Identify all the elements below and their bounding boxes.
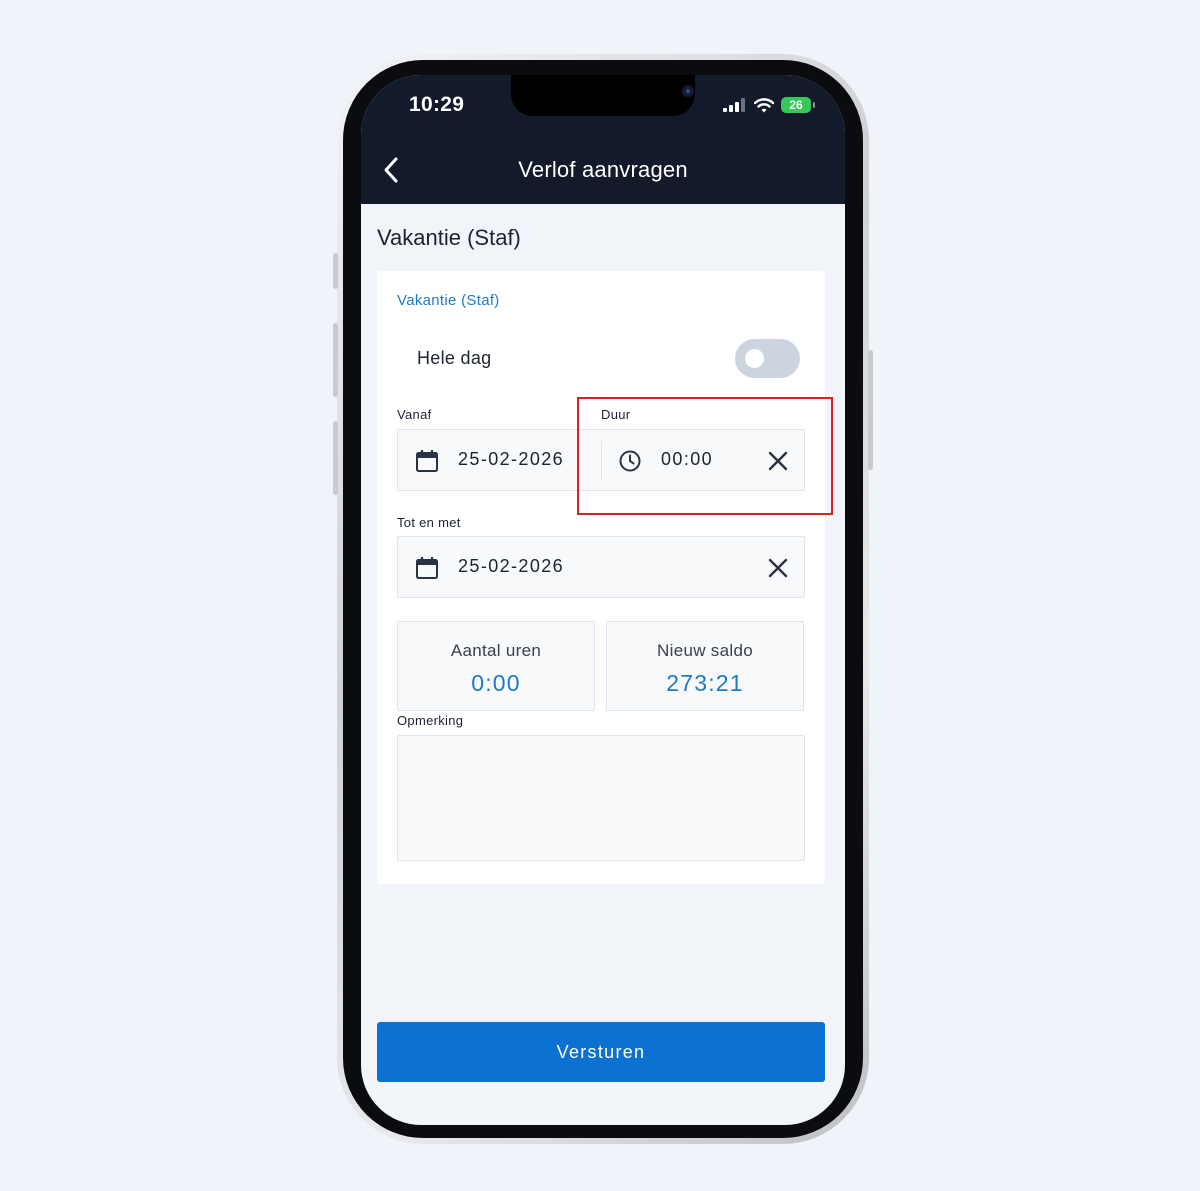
balance-label: Nieuw saldo <box>657 641 753 660</box>
side-button-volume-up <box>333 323 338 397</box>
calendar-icon[interactable] <box>415 449 439 473</box>
notch <box>511 75 695 116</box>
until-field[interactable]: 25-02-2026 <box>397 536 805 598</box>
page-title: Vakantie (Staf) <box>377 225 521 250</box>
all-day-toggle[interactable] <box>735 339 800 378</box>
toggle-knob <box>745 349 764 368</box>
battery-level: 26 <box>789 98 803 112</box>
side-button-volume-down <box>333 421 338 495</box>
all-day-label: Hele dag <box>417 348 492 368</box>
close-icon[interactable] <box>767 557 789 579</box>
side-button-power <box>868 350 873 470</box>
balance-value: 273:21 <box>666 670 744 696</box>
side-button-mute <box>333 253 338 289</box>
wifi-icon <box>754 97 774 112</box>
from-label: Vanaf <box>397 407 432 422</box>
until-label: Tot en met <box>397 515 461 530</box>
status-icons: 26 <box>723 97 815 113</box>
front-camera <box>682 85 694 97</box>
leave-type-label: Vakantie (Staf) <box>397 292 500 309</box>
calendar-icon[interactable] <box>415 556 439 580</box>
status-time: 10:29 <box>409 93 465 116</box>
balance-stat: Nieuw saldo 273:21 <box>606 621 804 711</box>
header-title: Verlof aanvragen <box>518 157 688 182</box>
remark-label: Opmerking <box>397 713 464 728</box>
hours-value: 0:00 <box>471 670 521 696</box>
submit-button[interactable]: Versturen <box>377 1022 825 1082</box>
app-header: 10:29 26 Verlof aanvragen <box>361 75 845 204</box>
until-date-value[interactable]: 25-02-2026 <box>458 556 564 577</box>
phone-screen: 10:29 26 Verlof aanvragen Vakantie (Staf… <box>361 75 845 1125</box>
hours-stat: Aantal uren 0:00 <box>397 621 595 711</box>
signal-icon <box>723 98 745 112</box>
from-date-value[interactable]: 25-02-2026 <box>458 449 564 470</box>
leave-form-card: Vakantie (Staf) Hele dag Vanaf Duur 25-0… <box>377 271 825 884</box>
hours-label: Aantal uren <box>450 641 542 660</box>
duration-highlight-box <box>577 397 833 515</box>
remark-textarea[interactable] <box>397 735 805 861</box>
battery-icon: 26 <box>781 97 815 113</box>
